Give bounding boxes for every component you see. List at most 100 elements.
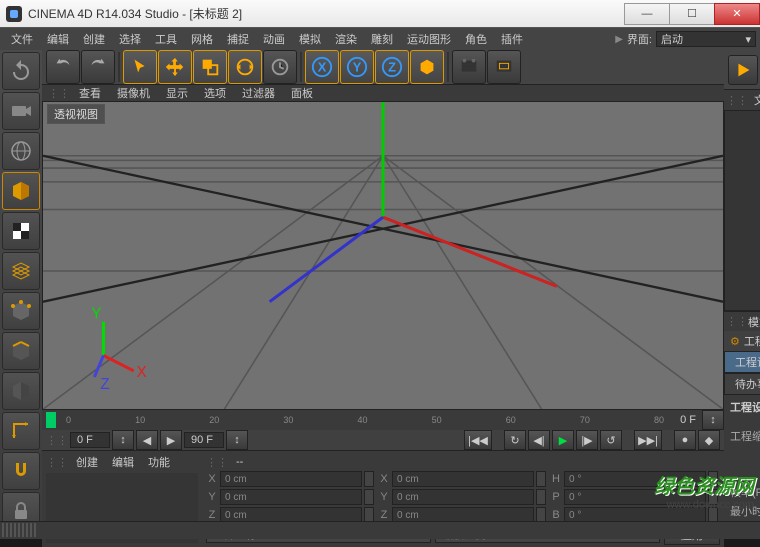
gear-icon: ⚙ — [730, 335, 740, 348]
menu-mesh[interactable]: 网格 — [184, 31, 220, 47]
undo-button[interactable] — [2, 52, 40, 90]
render-pv-button[interactable] — [728, 55, 758, 85]
viewport-menu: ⋮⋮ 查看 摄像机 显示 选项 过滤器 面板 — [42, 85, 724, 101]
playbar: ⋮⋮ 0 F ↕ ◀ ▶ 90 F ↕ |◀◀ ↻ ◀| ▶ |▶ ↺ ▶▶| … — [42, 430, 724, 450]
select-tool[interactable] — [123, 50, 157, 84]
x-axis-toggle[interactable]: X — [305, 50, 339, 84]
view-display[interactable]: 显示 — [159, 85, 195, 101]
step-back-button[interactable]: ◀| — [528, 430, 550, 450]
coord-create[interactable]: 创建 — [70, 454, 104, 470]
timeline-marker[interactable] — [46, 412, 56, 428]
redo-tool[interactable] — [81, 50, 115, 84]
rot-h-input[interactable] — [564, 471, 706, 487]
menu-create[interactable]: 创建 — [76, 31, 112, 47]
svg-text:Y: Y — [91, 305, 101, 322]
statusbar — [0, 521, 760, 539]
render-region-button[interactable] — [487, 50, 521, 84]
move-tool[interactable] — [158, 50, 192, 84]
menu-file[interactable]: 文件 — [4, 31, 40, 47]
coord-system-toggle[interactable] — [410, 50, 444, 84]
menubar: 文件 编辑 创建 选择 工具 网格 捕捉 动画 模拟 渲染 雕刻 运动图形 角色… — [0, 28, 760, 50]
timeline-end: 0 F — [674, 414, 702, 426]
snap-icon[interactable] — [2, 452, 40, 490]
window-title: CINEMA 4D R14.034 Studio - [未标题 2] — [28, 5, 625, 22]
frame-start-spin[interactable]: ↕ — [112, 430, 134, 450]
menu-edit[interactable]: 编辑 — [40, 31, 76, 47]
view-options[interactable]: 选项 — [197, 85, 233, 101]
viewport-canvas: Y X Z — [43, 102, 723, 409]
recent-tool[interactable] — [263, 50, 297, 84]
view-view[interactable]: 查看 — [72, 85, 108, 101]
timeline-spin[interactable]: ↕ — [702, 410, 724, 430]
attr-mode[interactable]: 模式 — [748, 314, 760, 330]
pos-x-input[interactable] — [220, 471, 362, 487]
gripper-icon[interactable] — [2, 523, 38, 537]
loop-button[interactable]: ↻ — [504, 430, 526, 450]
poly-mode-icon[interactable] — [2, 372, 40, 410]
edge-mode-icon[interactable] — [2, 332, 40, 370]
render-button[interactable] — [452, 50, 486, 84]
goto-end-button[interactable]: ▶▶| — [634, 430, 662, 450]
object-manager-menu: ⋮⋮ 文件 编辑 查看 ▶ 🔍 ⌂ ◉ ⊞ — [724, 90, 760, 110]
layout-label: 界面: — [627, 31, 652, 47]
menu-sculpt[interactable]: 雕刻 — [364, 31, 400, 47]
menu-mograph[interactable]: 运动图形 — [400, 31, 458, 47]
model-mode-icon[interactable] — [2, 172, 40, 210]
app-icon — [6, 6, 22, 22]
rot-p-input[interactable] — [564, 489, 706, 505]
frame-start-input[interactable]: 0 F — [70, 432, 110, 448]
camera-icon[interactable] — [2, 92, 40, 130]
globe-icon[interactable] — [2, 132, 40, 170]
menu-plugins[interactable]: 插件 — [494, 31, 530, 47]
view-filter[interactable]: 过滤器 — [235, 85, 282, 101]
play-button[interactable]: ▶ — [552, 430, 574, 450]
axis-mode-icon[interactable] — [2, 412, 40, 450]
mode-palette — [0, 50, 42, 539]
maximize-button[interactable]: ☐ — [669, 3, 715, 25]
menu-anim[interactable]: 动画 — [256, 31, 292, 47]
om-file[interactable]: 文件 — [748, 92, 760, 108]
scale-tool[interactable] — [193, 50, 227, 84]
close-button[interactable]: ✕ — [714, 3, 760, 25]
viewport[interactable]: 透视视图 — [42, 101, 724, 410]
frame-cur-input[interactable]: 90 F — [184, 432, 224, 448]
tab-todo[interactable]: 待办事项 — [724, 373, 760, 395]
size-x-input[interactable] — [392, 471, 534, 487]
menu-select[interactable]: 选择 — [112, 31, 148, 47]
view-panel[interactable]: 面板 — [284, 85, 320, 101]
object-tree[interactable] — [724, 110, 760, 311]
pos-y-input[interactable] — [220, 489, 362, 505]
svg-text:X: X — [137, 364, 147, 381]
coord-edit[interactable]: 编辑 — [106, 454, 140, 470]
point-mode-icon[interactable] — [2, 292, 40, 330]
size-y-input[interactable] — [392, 489, 534, 505]
step-fwd-button[interactable]: |▶ — [576, 430, 598, 450]
undo-tool[interactable] — [46, 50, 80, 84]
workplane-icon[interactable] — [2, 252, 40, 290]
menu-snap[interactable]: 捕捉 — [220, 31, 256, 47]
menu-tools[interactable]: 工具 — [148, 31, 184, 47]
prev-key-button[interactable]: ◀ — [136, 430, 158, 450]
autokey-button[interactable]: ◆ — [698, 430, 720, 450]
goto-start-button[interactable]: |◀◀ — [464, 430, 492, 450]
next-key-button[interactable]: ▶ — [160, 430, 182, 450]
menu-character[interactable]: 角色 — [458, 31, 494, 47]
loop2-button[interactable]: ↺ — [600, 430, 622, 450]
minimize-button[interactable]: — — [624, 3, 670, 25]
timeline[interactable]: 01020 304050 607080 0 F ↕ — [42, 410, 724, 430]
coord-func[interactable]: 功能 — [142, 454, 176, 470]
z-axis-toggle[interactable]: Z — [375, 50, 409, 84]
texture-mode-icon[interactable] — [2, 212, 40, 250]
layout-select[interactable]: 启动▾ — [656, 31, 756, 47]
menu-render[interactable]: 渲染 — [328, 31, 364, 47]
y-axis-toggle[interactable]: Y — [340, 50, 374, 84]
rotate-tool[interactable] — [228, 50, 262, 84]
record-button[interactable]: ● — [674, 430, 696, 450]
view-camera[interactable]: 摄像机 — [110, 85, 157, 101]
tab-project-settings[interactable]: 工程设置 — [724, 351, 760, 373]
attr-header: ⚙ 工程 — [724, 331, 760, 351]
right-panel: ⋮⋮ 文件 编辑 查看 ▶ 🔍 ⌂ ◉ ⊞ ⋮⋮ 模式 ▶ ◀ ▶ — [724, 50, 760, 539]
frame-cur-spin[interactable]: ↕ — [226, 430, 248, 450]
menu-sim[interactable]: 模拟 — [292, 31, 328, 47]
titlebar: CINEMA 4D R14.034 Studio - [未标题 2] — ☐ ✕ — [0, 0, 760, 28]
